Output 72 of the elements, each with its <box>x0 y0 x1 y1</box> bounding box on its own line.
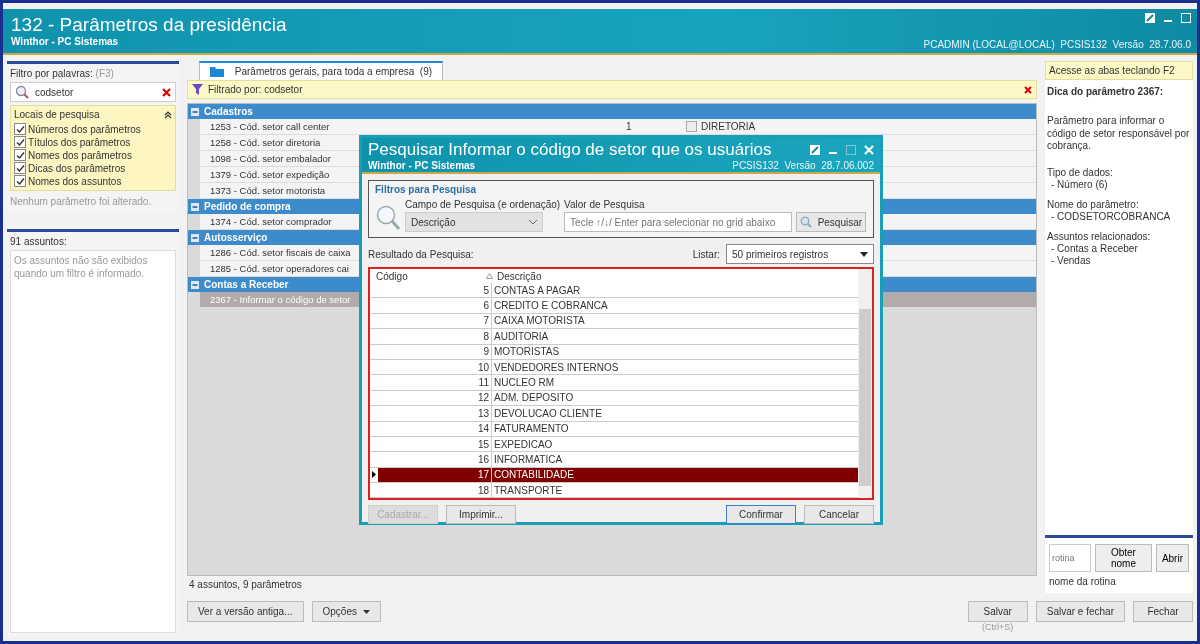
tip-text: Parâmetro para informar o código de setor responsável por cobrança. <box>1047 115 1191 153</box>
parameter-name: 1286 - Cód. setor fiscais de caixa <box>210 247 351 258</box>
dialog-subtitle: Winthor - PC Sistemas <box>368 160 476 171</box>
parameter-name: 1258 - Cód. setor diretoria <box>210 137 321 148</box>
tip-section-value: - CODSETORCOBRANCA <box>1050 210 1172 223</box>
description-cell-text: ADM. DEPOSITO <box>493 392 574 404</box>
code-cell: 15 <box>378 436 492 452</box>
parameter-description: DIRETORIA <box>701 121 756 132</box>
window-subtitle: Winthor - PC Sistemas <box>11 36 120 47</box>
checkbox-label: Títulos dos parâmetros <box>28 136 131 148</box>
list-label: Listar: <box>692 248 720 260</box>
subjects-note: Os assuntos não são exibidos quando um filtro é informado. <box>14 255 148 279</box>
subjects-count: 91 assuntos: <box>10 236 68 247</box>
parameter-name: 1379 - Cód. setor expedição <box>210 169 330 180</box>
tip-section-label: Tipo de dados: <box>1047 166 1114 179</box>
filter-text: Filtrado por: codsetor <box>208 84 303 95</box>
code-cell: 14 <box>378 421 492 436</box>
routine-name: nome da rotina <box>1049 576 1117 587</box>
dialog-title: Pesquisar Informar o código de setor que os usuários <box>368 140 772 160</box>
tip-section-label: Assuntos relacionados: <box>1047 230 1152 243</box>
list-summary: 4 assuntos, 9 parâmetros <box>188 578 303 592</box>
code-cell: 9 <box>378 344 492 359</box>
code-cell: 6 <box>378 298 492 313</box>
description-cell-text: CONTAS A PAGAR <box>493 284 581 296</box>
hint-bar: Acesse as abas teclando F2 <box>1045 61 1193 80</box>
tip-title: Dica do parâmetro 2367: <box>1047 86 1165 97</box>
status-text: Nenhum parâmetro foi alterado. <box>10 195 153 209</box>
checkbox-label: Nomes dos parâmetros <box>28 149 132 161</box>
code-cell: 13 <box>378 406 492 421</box>
parameter-name: 2367 - Informar o código de setor <box>210 294 351 305</box>
field-label: Campo de Pesquisa (e ordenação) <box>405 199 561 210</box>
tip-section-value: - Número (6) <box>1050 178 1109 191</box>
version-info: PCSIS132 Versão 28.7.06.002 <box>732 160 874 171</box>
parameter-name: 1285 - Cód. setor operadores cai <box>210 263 349 274</box>
description-cell-text: CAIXA MOTORISTA <box>493 315 585 327</box>
description-cell-text: FATURAMENTO <box>493 423 569 435</box>
group-title: Filtros para Pesquisa <box>375 184 478 195</box>
result-label: Resultado da Pesquisa: <box>368 248 474 260</box>
description-cell-text: VENDEDORES INTERNOS <box>493 361 619 373</box>
code-cell: 11 <box>378 375 492 390</box>
window-title: 132 - Parâmetros da presidência <box>11 13 287 36</box>
filter-label: Filtro por palavras: (F3) <box>10 68 115 79</box>
description-cell-text: INFORMATICA <box>493 454 563 465</box>
description-cell-text: MOTORISTAS <box>493 346 560 358</box>
section-title: Locais de pesquisa <box>14 109 100 120</box>
code-cell: 8 <box>378 329 492 344</box>
shortcut-hint: (Ctrl+S) <box>982 622 1014 632</box>
parameter-value: 1 <box>626 121 633 132</box>
parameter-name: 1253 - Cód. setor call center <box>210 121 330 132</box>
checkbox-label: Nomes dos assuntos <box>28 175 122 187</box>
description-cell-text: CREDITO E COBRANCA <box>493 300 608 312</box>
code-cell: 12 <box>378 390 492 406</box>
description-cell-text: TRANSPORTE <box>493 484 563 496</box>
description-cell-text: DEVOLUCAO CLIENTE <box>493 407 602 419</box>
parameter-name: 1373 - Cód. setor motorista <box>210 185 326 196</box>
code-cell: 5 <box>378 283 492 298</box>
checkbox-label: Números dos parâmetros <box>28 123 141 135</box>
tip-section-value: - Contas a Receber <box>1050 242 1139 255</box>
code-cell: 10 <box>378 359 492 375</box>
tip-section-value: - Vendas <box>1050 254 1092 267</box>
description-cell-text: NUCLEO RM <box>493 377 554 389</box>
checkbox-label: Dicas dos parâmetros <box>28 162 126 174</box>
version-info: PCADMIN (LOCAL@LOCAL) PCSIS132 Versão 28.7.06.0 <box>923 39 1191 50</box>
description-cell-text: EXPEDICAO <box>493 438 553 450</box>
description-cell-text: AUDITORIA <box>493 330 549 342</box>
tip-section-label: Nome do parâmetro: <box>1047 198 1140 211</box>
parameter-name: 1374 - Cód. setor comprador <box>210 216 332 227</box>
code-cell: 16 <box>378 452 492 467</box>
parameter-name: 1098 - Cód. setor embalador <box>210 153 331 164</box>
code-cell: 18 <box>378 483 492 498</box>
field-label: Valor de Pesquisa <box>564 199 646 210</box>
code-cell: 7 <box>378 313 492 329</box>
